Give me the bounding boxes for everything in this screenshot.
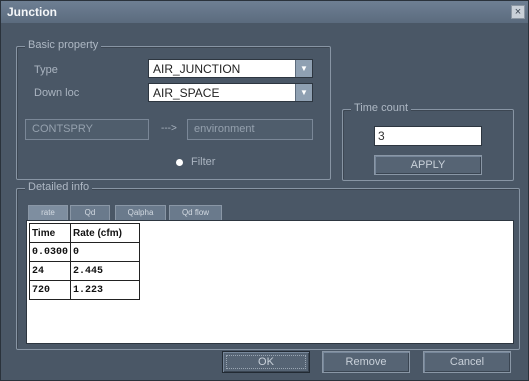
junction-dialog: Junction × Basic property Type AIR_JUNCT… [0,0,529,381]
time-count-legend: Time count [351,102,412,114]
table-row[interactable]: 0.0300 0 [28,242,141,262]
title-bar[interactable]: Junction × [1,1,528,23]
filter-label: Filter [191,156,216,168]
table-cell[interactable]: 2.445 [70,261,141,281]
tab-qd-flow[interactable]: Qd flow [169,205,222,220]
tab-rate[interactable]: rate [28,205,68,220]
column-header-rate: Rate (cfm) [70,223,141,243]
down-loc-select-value: AIR_SPACE [153,86,220,100]
type-label: Type [34,64,58,76]
detail-panel: Time Rate (cfm) 0.0300 0 24 2.445 720 1.… [26,220,514,344]
time-count-input[interactable]: 3 [374,126,482,146]
tab-qalpha[interactable]: Qalpha [115,205,166,220]
type-select[interactable]: AIR_JUNCTION ▼ [148,59,313,78]
table-cell[interactable]: 1.223 [70,280,141,300]
down-loc-label: Down loc [34,87,80,99]
down-loc-select[interactable]: AIR_SPACE ▼ [148,83,313,102]
detailed-info-legend: Detailed info [25,181,93,193]
rate-table: Time Rate (cfm) 0.0300 0 24 2.445 720 1.… [28,223,141,300]
table-cell[interactable]: 24 [28,261,72,281]
filter-radio[interactable] [176,159,183,166]
table-row[interactable]: 24 2.445 [28,261,141,281]
type-select-value: AIR_JUNCTION [153,62,241,76]
chevron-down-icon[interactable]: ▼ [295,84,312,101]
table-cell[interactable]: 0 [70,242,141,262]
apply-button[interactable]: APPLY [374,155,482,175]
from-location-field: CONTSPRY [25,119,149,140]
window-title: Junction [7,5,57,19]
basic-property-legend: Basic property [25,39,102,51]
remove-button[interactable]: Remove [322,351,410,373]
cancel-button[interactable]: Cancel [423,351,511,373]
column-header-time: Time [28,223,72,243]
table-row[interactable]: 720 1.223 [28,280,141,300]
table-header-row: Time Rate (cfm) [28,223,141,243]
table-cell[interactable]: 0.0300 [28,242,72,262]
ok-button[interactable]: OK [222,351,310,373]
direction-arrow: ---> [161,123,177,134]
chevron-down-icon[interactable]: ▼ [295,60,312,77]
to-location-field: environment [187,119,313,140]
tab-qd[interactable]: Qd [70,205,110,220]
close-icon[interactable]: × [511,5,525,19]
table-cell[interactable]: 720 [28,280,72,300]
